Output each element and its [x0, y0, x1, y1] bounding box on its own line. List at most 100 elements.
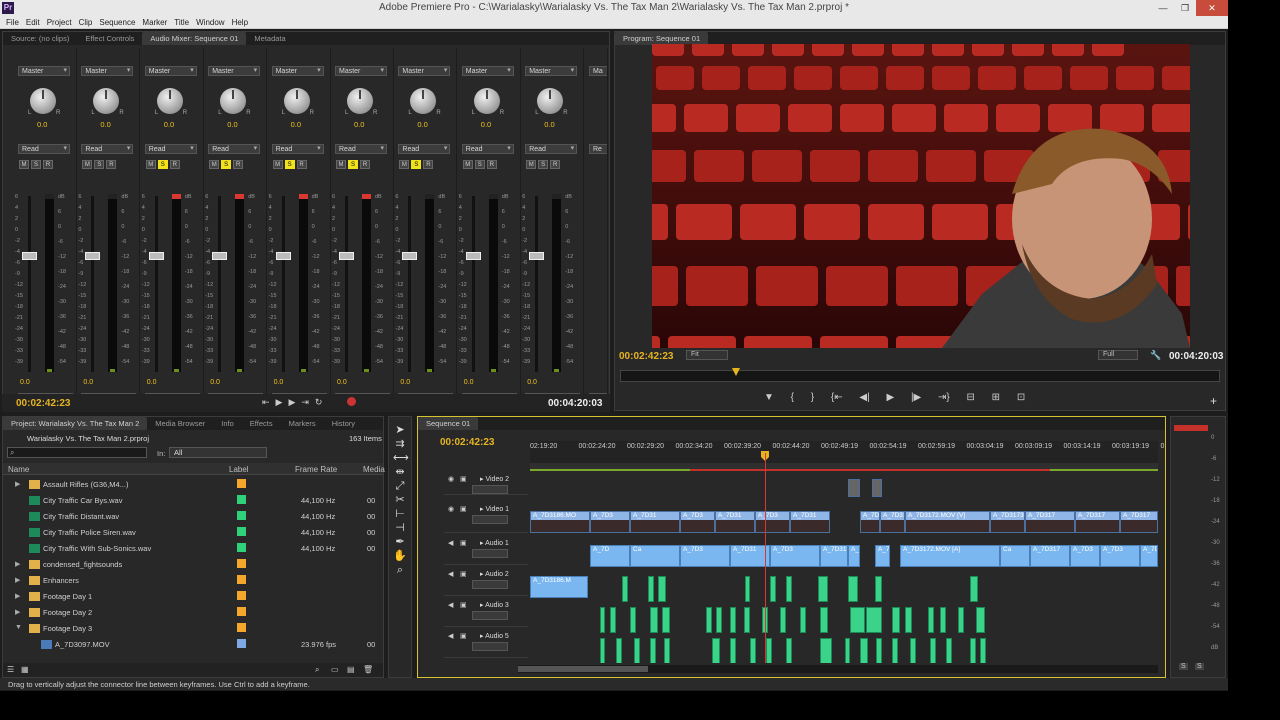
quality-dropdown[interactable]: Full	[1098, 350, 1138, 360]
project-item-row[interactable]: ▶ Enhancers	[5, 573, 381, 589]
record-icon[interactable]	[347, 397, 356, 406]
keyframe-dropdown[interactable]	[472, 549, 508, 558]
fader-track[interactable]	[408, 196, 412, 372]
speaker-icon[interactable]: ◀	[448, 570, 453, 578]
tab-media-browser[interactable]: Media Browser	[147, 417, 213, 430]
audio-clip-green[interactable]	[946, 638, 952, 663]
speaker-icon[interactable]: ◀	[448, 601, 453, 609]
audio-clip-green[interactable]	[820, 638, 832, 663]
column-label[interactable]: Label	[229, 465, 249, 474]
program-scrubber[interactable]	[620, 370, 1220, 382]
pan-knob[interactable]	[283, 88, 310, 114]
send-dropdown[interactable]: Master	[461, 66, 514, 76]
audio-clip-green[interactable]	[786, 638, 792, 663]
pan-knob[interactable]	[30, 88, 56, 114]
expand-arrow-icon[interactable]: ▶	[15, 576, 20, 584]
menu-title[interactable]: Title	[172, 16, 194, 28]
video-clip[interactable]: A_7D3172.MOV [V]	[880, 511, 905, 533]
audio-clip-green[interactable]	[730, 607, 736, 633]
new-item-icon[interactable]: ▤	[347, 665, 355, 674]
solo-button[interactable]: S	[31, 160, 41, 169]
menu-edit[interactable]: Edit	[24, 16, 45, 28]
send-dropdown[interactable]: Ma	[589, 66, 607, 76]
solo-button[interactable]: S	[348, 160, 358, 169]
mute-button[interactable]: M	[336, 160, 346, 169]
menu-marker[interactable]: Marker	[140, 16, 172, 28]
project-item-row[interactable]: ▶ condensed_fightsounds	[5, 557, 381, 573]
pan-knob[interactable]	[537, 88, 564, 114]
record-enable-button[interactable]: R	[43, 160, 53, 169]
fader-track[interactable]	[154, 196, 158, 372]
audio-clip-green[interactable]	[940, 607, 946, 633]
tab-markers[interactable]: Markers	[281, 417, 324, 430]
add-button-icon[interactable]: +	[1210, 394, 1217, 408]
audio-clip-green[interactable]	[875, 576, 882, 602]
send-dropdown[interactable]: Master	[144, 66, 197, 76]
menu-project[interactable]: Project	[45, 16, 77, 28]
audio-clip-green[interactable]	[750, 638, 756, 663]
expand-arrow-icon[interactable]: ▶	[15, 592, 20, 600]
solo-button[interactable]: S	[538, 160, 549, 169]
automation-mode-dropdown[interactable]: Read	[208, 144, 261, 154]
automation-mode-dropdown[interactable]: Read	[335, 144, 387, 154]
label-swatch[interactable]	[237, 543, 246, 552]
label-swatch[interactable]	[237, 511, 246, 520]
audio-clip-green[interactable]	[712, 638, 720, 663]
audio-clip[interactable]: A_7D3186.M	[530, 576, 588, 598]
pan-knob[interactable]	[347, 88, 373, 114]
audio-clip[interactable]: A_7D317	[1030, 545, 1070, 567]
tab-history[interactable]: History	[324, 417, 363, 430]
ripple-edit-tool-icon[interactable]: ⟷	[393, 451, 409, 465]
label-swatch[interactable]	[237, 623, 246, 632]
record-enable-button[interactable]: R	[550, 160, 561, 169]
lock-icon[interactable]: ▣	[460, 570, 467, 578]
audio-clip[interactable]: A_7D	[590, 545, 630, 567]
audio-clip-green[interactable]	[970, 576, 978, 602]
audio-clip-green[interactable]	[716, 607, 722, 633]
menu-file[interactable]: File	[4, 16, 24, 28]
mute-button[interactable]: M	[399, 160, 410, 169]
solo-button[interactable]: S	[157, 160, 168, 169]
audio-clip-green[interactable]	[616, 638, 622, 663]
video-clip[interactable]: A_7D3	[680, 511, 715, 533]
new-bin-icon[interactable]: ▭	[331, 665, 339, 674]
video-clip[interactable]: A_7D3	[755, 511, 790, 533]
audio-clip-green[interactable]	[818, 576, 828, 602]
audio-clip[interactable]: A_7D	[875, 545, 890, 567]
label-swatch[interactable]	[237, 559, 246, 568]
lock-icon[interactable]: ▣	[460, 475, 467, 483]
audio-clip-green[interactable]	[648, 576, 654, 602]
fader-track[interactable]	[28, 196, 31, 372]
audio-clip-green[interactable]	[650, 638, 656, 663]
audio-clip-green[interactable]	[845, 638, 850, 663]
icon-view-icon[interactable]: ▦	[21, 665, 29, 674]
fader-handle[interactable]	[339, 252, 354, 261]
keyframe-dropdown[interactable]	[472, 580, 508, 589]
audio-clip-green[interactable]	[744, 607, 750, 633]
fader-handle[interactable]	[85, 252, 101, 261]
solo-button[interactable]: S	[94, 160, 105, 169]
project-item-row[interactable]: City Traffic Police Siren.wav 44,100 Hz 00	[5, 525, 381, 541]
maximize-icon[interactable]: ❐	[1174, 0, 1196, 16]
audio-clip-green[interactable]	[658, 576, 666, 602]
audio-clip-green[interactable]	[850, 607, 865, 633]
audio-clip[interactable]: Ca	[630, 545, 680, 567]
tab-project[interactable]: Project: Warialasky Vs. The Tax Man 2	[3, 417, 148, 430]
record-enable-button[interactable]: R	[233, 160, 244, 169]
minimize-icon[interactable]: —	[1152, 0, 1174, 16]
collapse-arrow-icon[interactable]: ▼	[15, 624, 22, 631]
keyframe-dropdown[interactable]	[472, 611, 508, 620]
program-current-time[interactable]: 00:02:42:23	[619, 351, 673, 362]
lock-icon[interactable]: ▣	[460, 539, 467, 547]
audio-clip[interactable]: A_7D3	[770, 545, 820, 567]
label-swatch[interactable]	[237, 639, 246, 648]
audio-clip-green[interactable]	[780, 607, 786, 633]
column-name[interactable]: Name	[8, 465, 29, 474]
automation-mode-dropdown[interactable]: Read	[398, 144, 451, 154]
video-clip[interactable]: A_7D317	[1120, 511, 1158, 533]
audio-clip-green[interactable]	[770, 576, 776, 602]
audio-clip-green[interactable]	[928, 607, 934, 633]
audio-clip-green[interactable]	[600, 638, 605, 663]
video2-clip[interactable]	[872, 479, 882, 497]
expand-arrow-icon[interactable]: ▶	[15, 560, 20, 568]
